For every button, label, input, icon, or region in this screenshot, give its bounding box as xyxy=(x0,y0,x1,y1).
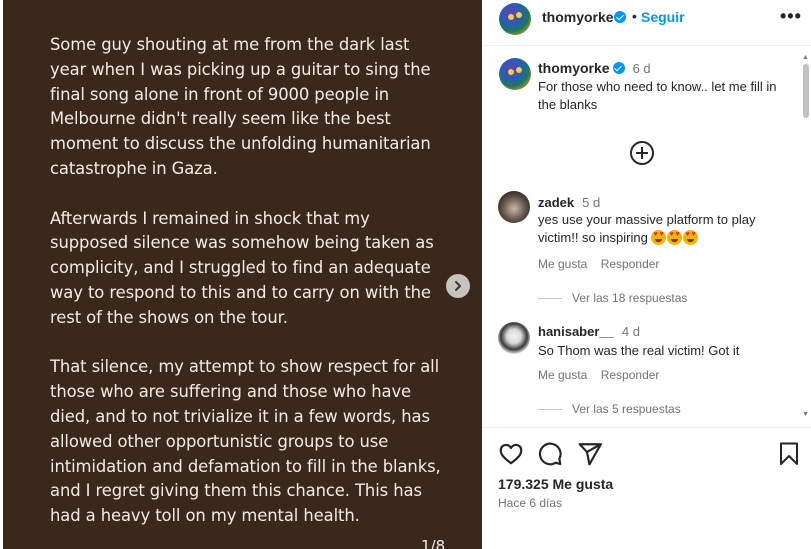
commenter-avatar[interactable] xyxy=(498,191,530,223)
page-counter: 1/8 xyxy=(421,537,446,549)
heart-icon[interactable] xyxy=(498,441,524,467)
likes-count[interactable]: 179.325 Me gusta xyxy=(498,476,613,492)
comment-icon[interactable] xyxy=(537,441,563,467)
post-text: Some guy shouting at me from the dark la… xyxy=(50,33,450,549)
follow-button[interactable]: Seguir xyxy=(641,9,685,25)
post-paragraph-1: Some guy shouting at me from the dark la… xyxy=(50,35,431,178)
caption-username[interactable]: thomyorke xyxy=(538,60,610,76)
verified-icon xyxy=(614,11,626,23)
comment-reply-button[interactable]: Responder xyxy=(601,368,660,382)
post-paragraph-3: That silence, my attempt to show respect… xyxy=(50,357,441,526)
next-slide-button[interactable] xyxy=(446,274,470,298)
comment-text: yes use your massive platform to play vi… xyxy=(538,211,788,247)
comment-username[interactable]: hanisaber__ xyxy=(538,324,614,339)
more-options-icon[interactable]: ••• xyxy=(780,6,802,27)
commenter-avatar[interactable] xyxy=(498,322,530,354)
post-side-panel: thomyorke • Seguir ••• thomyorke 6 d For … xyxy=(482,0,811,549)
comment-header: hanisaber__ 4 d xyxy=(538,324,640,339)
replies-line xyxy=(538,409,562,411)
caption-header: thomyorke 6 d xyxy=(538,60,651,78)
scroll-down-icon[interactable]: ▼ xyxy=(802,411,809,418)
author-username[interactable]: thomyorke xyxy=(542,9,614,25)
bookmark-icon[interactable] xyxy=(778,441,800,467)
post-date[interactable]: Hace 6 días xyxy=(498,496,562,510)
post-paragraph-2: Afterwards I remained in shock that my s… xyxy=(50,208,434,327)
comment-reply-button[interactable]: Responder xyxy=(601,257,660,271)
verified-icon xyxy=(612,62,625,74)
heart-eyes-emoji-icon xyxy=(667,230,683,245)
author-avatar[interactable] xyxy=(499,3,531,35)
comment-like-button[interactable]: Me gusta xyxy=(538,257,587,271)
post-header: thomyorke • Seguir ••• xyxy=(482,0,811,37)
share-icon[interactable] xyxy=(577,441,603,467)
actions-divider xyxy=(482,427,811,428)
caption-text: For those who need to know.. let me fill… xyxy=(538,79,777,112)
post-edge xyxy=(0,0,3,549)
header-separator: • xyxy=(632,8,637,24)
post-image: Some guy shouting at me from the dark la… xyxy=(0,0,482,549)
comment-time[interactable]: 5 d xyxy=(582,195,600,210)
caption-avatar[interactable] xyxy=(499,58,531,90)
heart-eyes-emoji-icon xyxy=(683,230,699,245)
view-replies-button[interactable]: Ver las 18 respuestas xyxy=(538,291,687,305)
scroll-up-icon[interactable]: ▲ xyxy=(802,54,809,61)
load-more-comments-icon[interactable] xyxy=(630,141,654,165)
scrollbar-thumb[interactable] xyxy=(803,64,809,118)
comments-list[interactable]: thomyorke 6 d For those who need to know.… xyxy=(482,46,811,423)
caption-time[interactable]: 6 d xyxy=(633,61,651,76)
comment-time[interactable]: 4 d xyxy=(622,324,640,339)
chevron-right-icon xyxy=(455,281,461,291)
replies-line xyxy=(538,298,562,300)
view-replies-label: Ver las 5 respuestas xyxy=(572,402,681,416)
view-replies-button[interactable]: Ver las 5 respuestas xyxy=(538,402,681,416)
comment-username[interactable]: zadek xyxy=(538,195,574,210)
comment-like-button[interactable]: Me gusta xyxy=(538,368,587,382)
comment-body: yes use your massive platform to play vi… xyxy=(538,212,756,245)
comment-header: zadek 5 d xyxy=(538,195,600,210)
comment-actions: Me gusta Responder xyxy=(538,368,669,382)
heart-eyes-emoji-icon xyxy=(651,230,667,245)
view-replies-label: Ver las 18 respuestas xyxy=(572,291,688,305)
comment-text: So Thom was the real victim! Got it xyxy=(538,343,740,358)
comment-actions: Me gusta Responder xyxy=(538,257,669,271)
